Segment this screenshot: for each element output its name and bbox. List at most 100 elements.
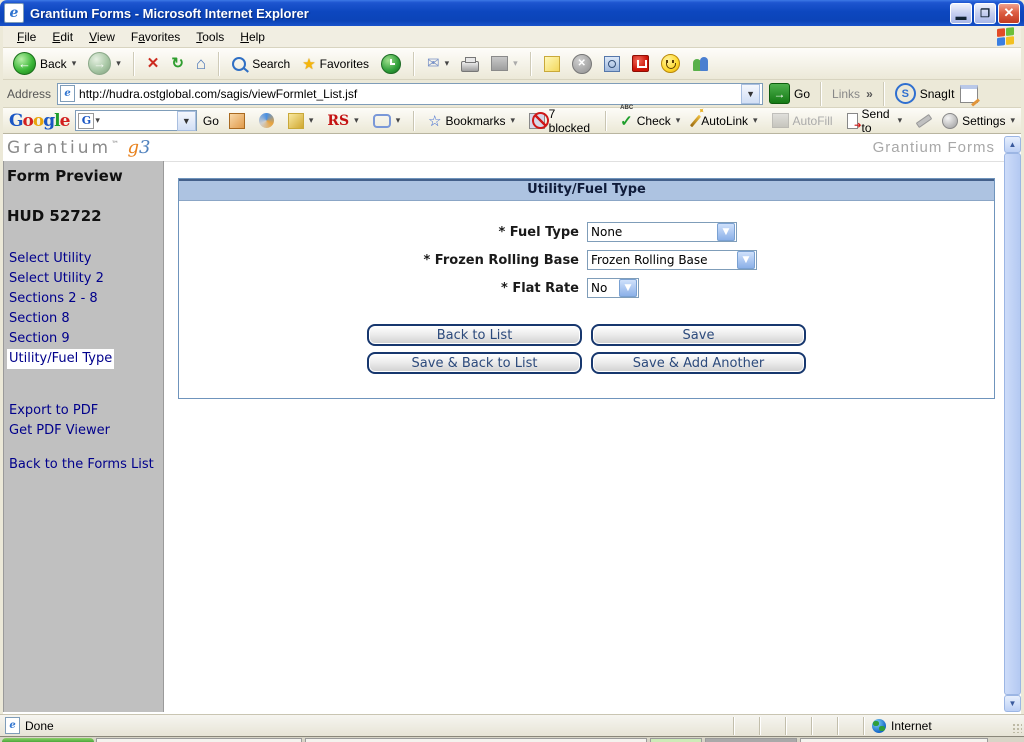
close-button[interactable]: ✕ <box>998 3 1020 24</box>
refresh-button[interactable]: ↻ <box>167 54 188 73</box>
research-button[interactable] <box>600 54 624 74</box>
flat-rate-select[interactable]: No ▼ <box>587 278 639 298</box>
sidebar-link-select-utility-2[interactable]: Select Utility 2 <box>7 269 106 289</box>
favorites-button[interactable]: ★ Favorites <box>298 53 373 75</box>
photos-icon <box>288 113 304 129</box>
red-badge-button[interactable] <box>628 53 653 74</box>
history-icon <box>381 54 401 74</box>
messenger-stop-button[interactable]: ✕ <box>568 52 596 76</box>
autofill-icon <box>772 113 789 128</box>
sendto-button[interactable]: Send to ▾ <box>843 105 907 137</box>
menu-edit[interactable]: Edit <box>44 28 81 46</box>
back-dropdown-icon[interactable]: ▾ <box>72 58 77 69</box>
scrollbar-thumb[interactable] <box>1004 153 1021 695</box>
menu-tools[interactable]: Tools <box>188 28 232 46</box>
links-label[interactable]: Links <box>832 87 860 101</box>
google-search-dropdown-icon[interactable]: ▼ <box>177 111 196 131</box>
chat-button[interactable]: ▾ <box>369 112 405 130</box>
taskbar-window-button[interactable] <box>650 738 702 742</box>
restore-button[interactable]: ❐ <box>974 3 996 24</box>
sidebar-link-back-to-forms-list[interactable]: Back to the Forms List <box>7 455 156 475</box>
snagit-edit-icon[interactable] <box>960 85 978 103</box>
taskbar-window-button[interactable] <box>800 738 988 742</box>
back-to-list-button[interactable]: Back to List <box>367 324 582 346</box>
snagit-label: SnagIt <box>920 87 955 101</box>
taskbar-window-button[interactable] <box>305 738 647 742</box>
forward-button[interactable]: → ▾ <box>84 50 125 77</box>
sidebar-link-get-pdf-viewer[interactable]: Get PDF Viewer <box>7 421 112 441</box>
fuel-type-select-arrow-icon: ▼ <box>717 223 735 241</box>
print-button[interactable] <box>457 54 483 74</box>
sidebar-link-export-pdf[interactable]: Export to PDF <box>7 401 100 421</box>
forward-dropdown-icon[interactable]: ▾ <box>116 58 121 69</box>
popup-blocker-button[interactable]: 7 blocked <box>525 105 596 137</box>
save-and-back-to-list-button[interactable]: Save & Back to List <box>367 352 582 374</box>
stop-button[interactable]: ✕ <box>143 54 164 73</box>
scroll-up-button[interactable]: ▲ <box>1004 136 1021 153</box>
mail-button[interactable]: ✉▾ <box>423 54 453 73</box>
google-logo: Google <box>9 111 69 131</box>
chat-bubble-icon <box>373 114 391 128</box>
g3-logo: g3 <box>127 137 150 158</box>
save-and-add-another-button[interactable]: Save & Add Another <box>591 352 806 374</box>
sendto-dropdown-icon: ▾ <box>898 115 903 126</box>
photos-dropdown-icon: ▾ <box>309 115 314 126</box>
bookmarks-button[interactable]: ☆ Bookmarks ▾ <box>424 110 519 132</box>
fuel-type-select[interactable]: None ▼ <box>587 222 737 242</box>
frozen-rolling-base-select-arrow-icon: ▼ <box>737 251 755 269</box>
save-button[interactable]: Save <box>591 324 806 346</box>
news-icon <box>229 113 245 129</box>
page-edit-button[interactable]: ▾ <box>487 54 522 73</box>
spellcheck-button[interactable]: ABC✓ Check ▾ <box>616 110 684 132</box>
stop-icon: ✕ <box>147 56 160 71</box>
sidebar-link-sections-2-8[interactable]: Sections 2 - 8 <box>7 289 100 309</box>
links-chevron[interactable]: » <box>866 87 873 101</box>
buddies-button[interactable] <box>688 54 714 74</box>
sidebar-link-utility-fuel-type[interactable]: Utility/Fuel Type <box>7 349 114 369</box>
taskbar-window-button[interactable] <box>96 738 302 742</box>
frozen-rolling-base-select[interactable]: Frozen Rolling Base ▼ <box>587 250 757 270</box>
highlighter-button[interactable] <box>912 116 936 126</box>
address-input[interactable]: e http://hudra.ostglobal.com/sagis/viewF… <box>57 83 763 105</box>
sidebar-link-select-utility[interactable]: Select Utility <box>7 249 93 269</box>
back-button[interactable]: ← Back ▾ <box>9 50 80 77</box>
rs-button[interactable]: RS▾ <box>323 111 362 131</box>
autolink-button[interactable]: AutoLink ▾ <box>690 112 761 130</box>
pagerank-button[interactable] <box>255 111 278 130</box>
discuss-note-button[interactable] <box>540 54 564 74</box>
menu-file[interactable]: File <box>9 28 44 46</box>
menu-view[interactable]: View <box>81 28 123 46</box>
google-search-input[interactable]: G ▾ ▼ <box>75 110 196 131</box>
google-g-dropdown-icon[interactable]: ▾ <box>95 115 100 126</box>
messenger-button[interactable] <box>657 52 684 75</box>
google-g-icon: G <box>78 113 94 129</box>
snagit-button[interactable]: S SnagIt <box>895 83 955 104</box>
vertical-scrollbar[interactable]: ▲ ▼ <box>1004 136 1021 712</box>
start-button-edge[interactable] <box>2 738 94 742</box>
status-pane <box>811 717 837 735</box>
go-label: Go <box>794 87 810 101</box>
sidebar-link-section-8[interactable]: Section 8 <box>7 309 72 329</box>
check-icon: ABC✓ <box>620 112 633 130</box>
home-button[interactable]: ⌂ <box>192 53 210 74</box>
google-photos-button[interactable]: ▾ <box>284 111 318 131</box>
search-label: Search <box>252 57 290 71</box>
go-button[interactable]: → Go <box>769 83 810 104</box>
menu-help[interactable]: Help <box>232 28 273 46</box>
zone-label: Internet <box>891 719 932 733</box>
autofill-button[interactable]: AutoFill <box>768 111 837 130</box>
minimize-button[interactable]: ▬ <box>950 3 972 24</box>
red-badge-icon <box>632 55 649 72</box>
status-message-pane: e Done <box>0 717 733 734</box>
history-button[interactable] <box>377 52 405 76</box>
google-go-button[interactable]: Go <box>203 114 219 128</box>
settings-button[interactable]: Settings ▾ <box>942 113 1015 129</box>
resize-grip[interactable] <box>1008 717 1024 735</box>
search-button[interactable]: Search <box>228 55 294 73</box>
taskbar-window-button[interactable] <box>705 738 797 742</box>
scroll-down-button[interactable]: ▼ <box>1004 695 1021 712</box>
address-dropdown-icon[interactable]: ▼ <box>741 84 760 104</box>
google-news-button[interactable] <box>225 111 249 131</box>
sidebar-link-section-9[interactable]: Section 9 <box>7 329 72 349</box>
menu-favorites[interactable]: Favorites <box>123 28 188 46</box>
